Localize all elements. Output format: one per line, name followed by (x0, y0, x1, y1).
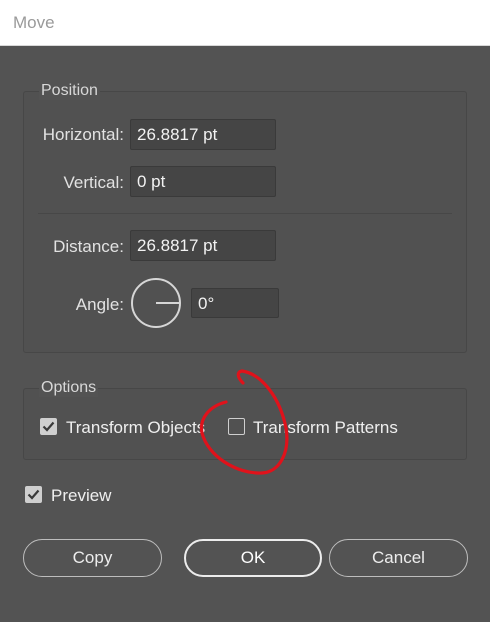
copy-button[interactable]: Copy (23, 539, 162, 577)
ok-button[interactable]: OK (184, 539, 322, 577)
preview-label[interactable]: Preview (51, 486, 111, 506)
cancel-button[interactable]: Cancel (329, 539, 468, 577)
checkmark-icon (27, 489, 40, 500)
transform-patterns-checkbox[interactable] (228, 418, 245, 435)
angle-input[interactable]: 0° (191, 288, 279, 318)
transform-patterns-label[interactable]: Transform Patterns (253, 418, 398, 438)
angle-dial-icon[interactable] (130, 277, 184, 331)
distance-label: Distance: (53, 237, 124, 256)
position-divider (38, 213, 452, 214)
angle-label: Angle: (75, 295, 124, 314)
distance-input[interactable]: 26.8817 pt (130, 230, 276, 261)
checkmark-icon (42, 421, 55, 432)
transform-objects-label[interactable]: Transform Objects (66, 418, 205, 438)
horizontal-input[interactable]: 26.8817 pt (130, 119, 276, 150)
preview-checkbox[interactable] (25, 486, 42, 503)
dialog-title: Move (13, 13, 55, 32)
vertical-input[interactable]: 0 pt (130, 166, 276, 197)
vertical-label: Vertical: (63, 173, 124, 192)
horizontal-label: Horizontal: (42, 125, 124, 144)
dialog-title-bar: Move (0, 0, 490, 46)
position-group-label: Position (39, 82, 100, 100)
transform-objects-checkbox[interactable] (40, 418, 57, 435)
options-group-label: Options (39, 379, 99, 397)
